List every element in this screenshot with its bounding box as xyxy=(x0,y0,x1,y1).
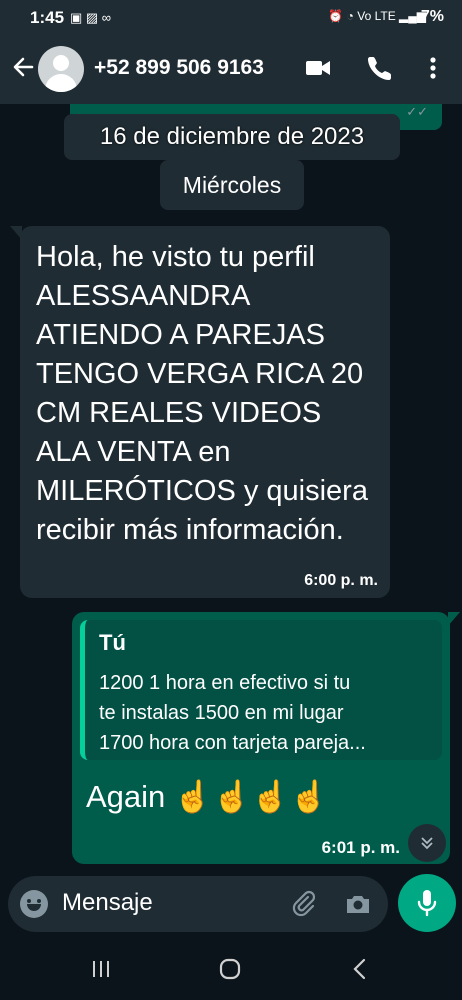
outgoing-message-text: Again ☝️☝️☝️☝️ xyxy=(86,779,329,814)
incoming-message[interactable]: Hola, he visto tu perfil ALESSAANDRA ATI… xyxy=(10,226,390,598)
chat-header: +52 899 506 9163 xyxy=(0,36,462,104)
quote-line: te instalas 1500 en mi lugar xyxy=(99,702,344,724)
attach-icon[interactable] xyxy=(288,888,318,923)
recent-apps-icon[interactable] xyxy=(90,958,112,985)
status-bar: 1:45 ▣ ▨ ∞ ⏰ ◔ Vo LTE ▂▄▆ 7% xyxy=(0,0,462,36)
mic-icon xyxy=(417,890,437,917)
outgoing-message-time: 6:01 p. m. xyxy=(321,838,400,857)
day-chip: Miércoles xyxy=(160,160,304,210)
mic-button[interactable] xyxy=(398,874,456,932)
home-icon[interactable] xyxy=(218,958,242,985)
notification-icons: ▣ ▨ ∞ xyxy=(70,10,112,25)
quote-line: 1700 hora con tarjeta pareja... xyxy=(99,732,366,754)
quoted-message[interactable]: Tú 1200 1 hora en efectivo si tu te inst… xyxy=(80,620,442,760)
phone-icon[interactable] xyxy=(366,54,394,87)
back-nav-icon[interactable] xyxy=(350,958,370,985)
status-time: 1:45 xyxy=(30,8,65,27)
emoji-icon[interactable] xyxy=(20,890,48,918)
chat-area[interactable]: ✓✓ 16 de diciembre de 2023 Miércoles Hol… xyxy=(0,104,462,874)
incoming-message-text: Hola, he visto tu perfil ALESSAANDRA ATI… xyxy=(36,241,368,546)
incoming-message-time: 6:00 p. m. xyxy=(304,572,378,589)
contact-name[interactable]: +52 899 506 9163 xyxy=(94,56,264,80)
camera-icon[interactable] xyxy=(344,890,372,923)
system-nav-bar xyxy=(0,940,462,1000)
system-icons: ⏰ ◔ Vo LTE ▂▄▆ xyxy=(328,9,426,23)
avatar[interactable] xyxy=(38,46,84,92)
quote-author: Tú xyxy=(99,630,126,655)
quote-line: 1200 1 hora en efectivo si tu xyxy=(99,672,351,694)
back-arrow-icon[interactable] xyxy=(10,54,36,87)
message-placeholder: Mensaje xyxy=(62,889,153,916)
read-receipt-icon: ✓✓ xyxy=(406,104,428,119)
quote-text: 1200 1 hora en efectivo si tu te instala… xyxy=(99,668,429,758)
video-call-icon[interactable] xyxy=(304,54,332,87)
composer-bar: Mensaje xyxy=(0,874,462,940)
battery-level: 7% xyxy=(420,8,444,25)
outgoing-message[interactable]: Tú 1200 1 hora en efectivo si tu te inst… xyxy=(72,612,460,864)
message-input[interactable]: Mensaje xyxy=(8,876,388,932)
scroll-down-icon[interactable] xyxy=(408,824,446,862)
date-chip: 16 de diciembre de 2023 xyxy=(64,114,400,160)
more-icon[interactable] xyxy=(422,54,444,87)
